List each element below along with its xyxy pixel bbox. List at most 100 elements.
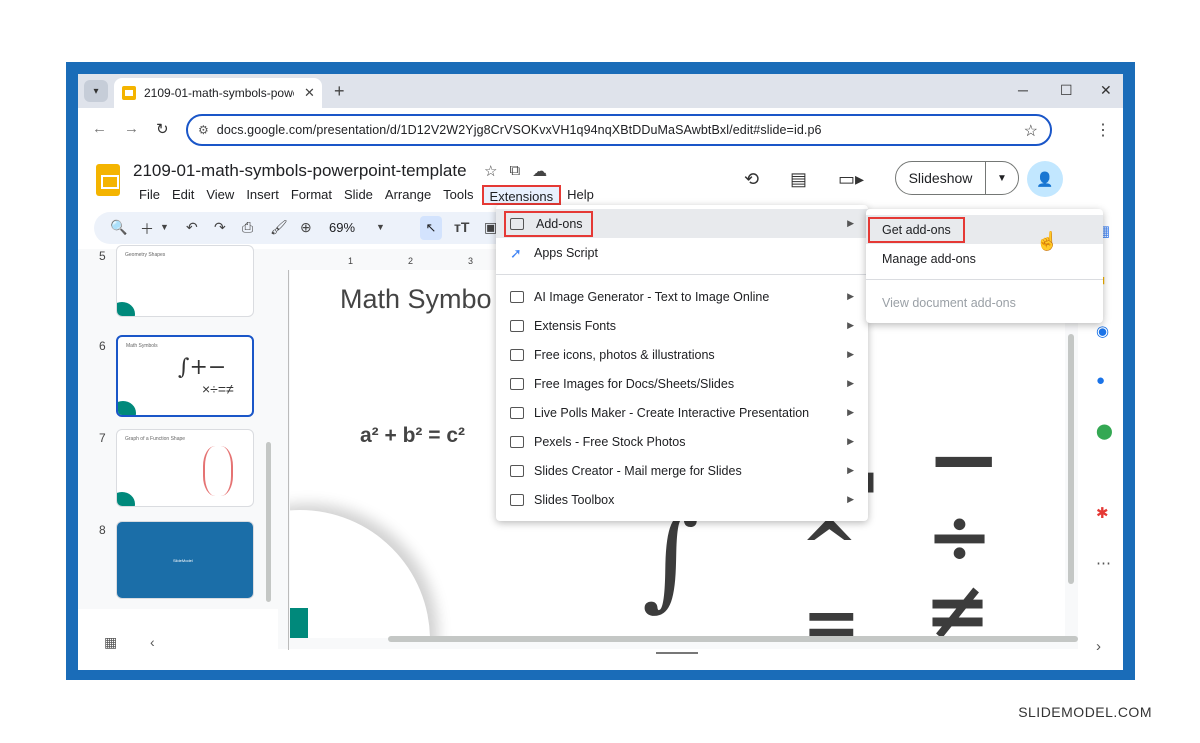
- undo-icon[interactable]: ↶: [186, 219, 198, 236]
- vertical-ruler: [281, 270, 289, 650]
- menu-item-ai-image-generator[interactable]: AI Image Generator - Text to Image Onlin…: [496, 282, 868, 311]
- close-window-button[interactable]: ✕: [1100, 82, 1112, 99]
- cloud-saved-icon[interactable]: ☁: [532, 162, 547, 180]
- menu-item-label: Add-ons: [504, 210, 593, 237]
- menu-item-extensis-fonts[interactable]: Extensis Fonts ▶: [496, 311, 868, 340]
- menu-item-label: Manage add-ons: [882, 251, 976, 266]
- redo-icon[interactable]: ↷: [214, 219, 226, 236]
- slide-thumbnail-5[interactable]: Geometry Shapes: [116, 245, 254, 317]
- menu-item-manage-add-ons[interactable]: Manage add-ons: [866, 244, 1103, 273]
- site-settings-icon[interactable]: ⚙: [198, 123, 209, 137]
- address-bar[interactable]: ⚙ docs.google.com/presentation/d/1D12V2W…: [186, 114, 1052, 146]
- menu-file[interactable]: File: [133, 185, 166, 205]
- tab-strip: ▾ 2109-01-math-symbols-powerp ✕ + ─ ☐ ✕: [78, 74, 1123, 108]
- tab-title: 2109-01-math-symbols-powerp: [144, 86, 294, 100]
- submenu-arrow-icon: ▶: [847, 436, 854, 446]
- zoom-icon[interactable]: ⊕: [300, 219, 312, 236]
- menu-extensions[interactable]: Extensions: [481, 185, 562, 205]
- slide-thumbnail-7[interactable]: Graph of a Function Shape: [116, 429, 254, 507]
- menu-item-live-polls[interactable]: Live Polls Maker - Create Interactive Pr…: [496, 398, 868, 427]
- thumb-math-symbols-2: ×÷=≠: [202, 381, 234, 397]
- add-on-icon: [510, 290, 524, 303]
- slide-thumbnail-6[interactable]: Math Symbols ∫+− ×÷=≠: [116, 335, 254, 417]
- filmstrip-scrollbar[interactable]: [266, 442, 271, 602]
- tasks-icon[interactable]: ◉: [1096, 322, 1109, 340]
- menu-view[interactable]: View: [200, 185, 240, 205]
- url-text: docs.google.com/presentation/d/1D12V2W2Y…: [216, 123, 822, 137]
- select-tool-icon[interactable]: ↖: [420, 216, 442, 240]
- menu-item-free-icons[interactable]: Free icons, photos & illustrations ▶: [496, 340, 868, 369]
- reload-icon[interactable]: ↻: [156, 120, 169, 138]
- slide-equation[interactable]: a² + b² = c²: [360, 424, 465, 448]
- star-icon[interactable]: ☆: [484, 162, 497, 180]
- document-title[interactable]: 2109-01-math-symbols-powerpoint-template: [133, 161, 467, 181]
- share-add-person-icon[interactable]: 👤: [1027, 161, 1063, 197]
- browser-menu-icon[interactable]: ⋮: [1095, 120, 1111, 140]
- addon-icon[interactable]: ✱: [1096, 504, 1109, 522]
- menu-item-apps-script[interactable]: ➚ Apps Script: [496, 238, 868, 267]
- menu-help[interactable]: Help: [561, 185, 600, 205]
- slideshow-dropdown-icon[interactable]: ▼: [986, 173, 1018, 184]
- text-box-icon[interactable]: ᴛT: [454, 219, 469, 235]
- menu-item-slides-creator[interactable]: Slides Creator - Mail merge for Slides ▶: [496, 456, 868, 485]
- menu-item-label: Free Images for Docs/Sheets/Slides: [534, 376, 735, 391]
- version-history-icon[interactable]: ⟲: [744, 169, 759, 190]
- meet-video-icon[interactable]: ▭▸: [838, 169, 864, 190]
- thumb-title: Math Symbols: [126, 343, 158, 349]
- add-on-icon: [510, 348, 524, 361]
- menu-insert[interactable]: Insert: [240, 185, 285, 205]
- vertical-scrollbar[interactable]: [1068, 334, 1074, 584]
- menu-item-label: Free icons, photos & illustrations: [534, 347, 715, 362]
- tab-search-button[interactable]: ▾: [84, 80, 108, 102]
- thumb-title: Graph of a Function Shape: [125, 436, 186, 442]
- menu-item-label: Apps Script: [534, 245, 598, 260]
- menu-item-add-ons[interactable]: Add-ons ▶: [496, 209, 868, 238]
- new-slide-icon[interactable]: ＋: [140, 219, 154, 239]
- add-on-icon: [510, 493, 524, 506]
- slide-thumbnail-8[interactable]: SlideModel: [116, 521, 254, 599]
- collapse-filmstrip-icon[interactable]: ‹: [150, 634, 155, 650]
- contacts-icon[interactable]: ●: [1096, 372, 1105, 389]
- comments-icon[interactable]: ▤: [790, 169, 807, 190]
- new-slide-dropdown-icon[interactable]: ▼: [160, 222, 169, 232]
- slide-number: 8: [99, 523, 106, 537]
- ruler-tick: 3: [468, 256, 474, 266]
- menu-format[interactable]: Format: [285, 185, 338, 205]
- add-on-icon: [510, 319, 524, 332]
- browser-tab[interactable]: 2109-01-math-symbols-powerp ✕: [114, 78, 322, 108]
- zoom-level[interactable]: 69%: [329, 220, 355, 235]
- menu-tools[interactable]: Tools: [437, 185, 479, 205]
- forward-arrow-icon[interactable]: →: [124, 120, 139, 137]
- expand-panel-icon[interactable]: ›: [1096, 638, 1101, 655]
- speaker-notes-handle[interactable]: [656, 652, 698, 654]
- search-menus-icon[interactable]: 🔍: [110, 219, 127, 236]
- menu-item-pexels[interactable]: Pexels - Free Stock Photos ▶: [496, 427, 868, 456]
- minimize-button[interactable]: ─: [1018, 82, 1028, 98]
- menu-item-free-images[interactable]: Free Images for Docs/Sheets/Slides ▶: [496, 369, 868, 398]
- thumb-decoration: [117, 302, 135, 316]
- menu-item-get-add-ons[interactable]: Get add-ons: [866, 215, 1103, 244]
- zoom-dropdown-icon[interactable]: ▼: [376, 222, 385, 232]
- horizontal-scrollbar[interactable]: [388, 636, 1078, 642]
- maximize-button[interactable]: ☐: [1060, 82, 1073, 99]
- menu-item-slides-toolbox[interactable]: Slides Toolbox ▶: [496, 485, 868, 514]
- slideshow-button[interactable]: Slideshow: [896, 162, 986, 194]
- menu-edit[interactable]: Edit: [166, 185, 200, 205]
- submenu-arrow-icon: ▶: [847, 320, 854, 330]
- paint-format-icon[interactable]: 🖌: [270, 219, 288, 236]
- slide-title[interactable]: Math Symbo: [340, 284, 492, 315]
- slide-teal-accent: [290, 608, 308, 638]
- bookmark-star-icon[interactable]: ☆: [1024, 121, 1038, 141]
- maps-icon[interactable]: ⬤: [1096, 422, 1113, 440]
- back-arrow-icon[interactable]: ←: [92, 120, 107, 137]
- menu-item-label: Extensis Fonts: [534, 318, 616, 333]
- menu-arrange[interactable]: Arrange: [379, 185, 437, 205]
- grid-view-icon[interactable]: ▦: [104, 634, 117, 651]
- move-folder-icon[interactable]: ⧉: [509, 162, 520, 180]
- menu-slide[interactable]: Slide: [338, 185, 379, 205]
- slides-logo-icon[interactable]: [96, 164, 120, 196]
- print-icon[interactable]: ⎙: [242, 219, 253, 236]
- tab-close-icon[interactable]: ✕: [304, 85, 315, 101]
- new-tab-button[interactable]: +: [334, 81, 345, 102]
- more-icon[interactable]: ⋯: [1096, 554, 1111, 572]
